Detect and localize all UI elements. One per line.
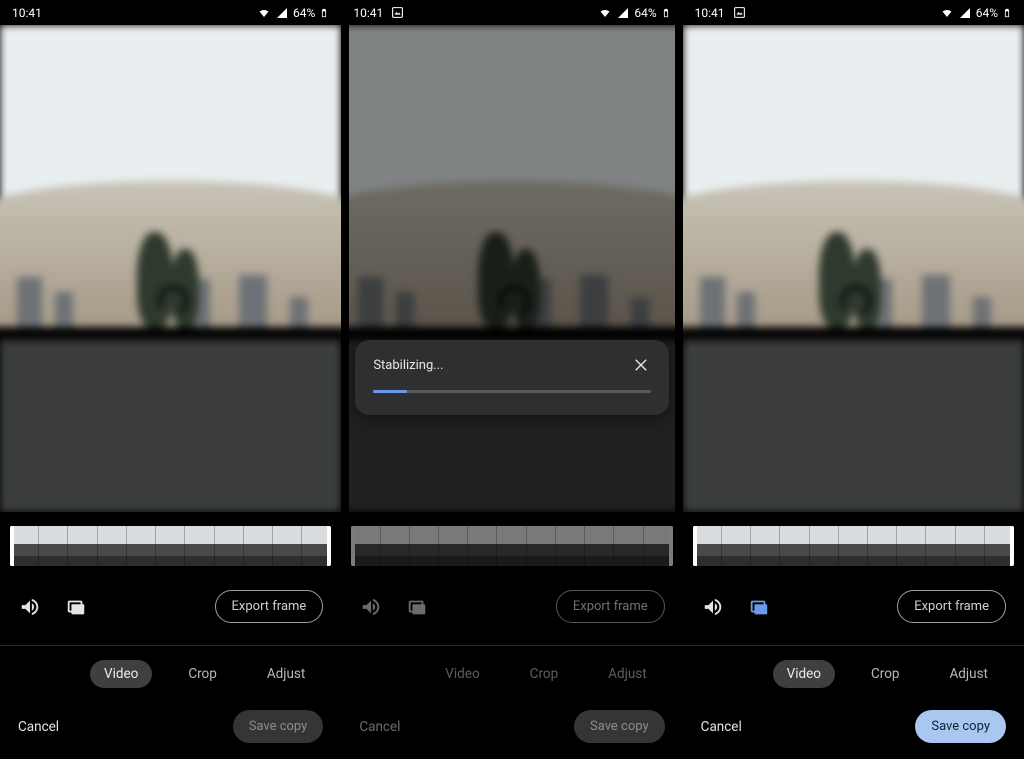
tab-crop[interactable]: Crop <box>857 660 914 688</box>
signal-icon <box>958 7 972 19</box>
save-copy-button: Save copy <box>574 710 665 743</box>
export-frame-button[interactable]: Export frame <box>897 590 1006 623</box>
timeline-area <box>0 512 341 566</box>
close-icon[interactable] <box>633 356 651 374</box>
video-timeline[interactable] <box>10 526 331 566</box>
video-preview[interactable] <box>0 25 341 512</box>
tab-crop[interactable]: Crop <box>174 660 231 688</box>
stabilize-icon[interactable] <box>747 595 771 619</box>
volume-icon[interactable] <box>18 595 42 619</box>
tab-video[interactable]: Video <box>90 660 152 688</box>
signal-icon <box>275 7 289 19</box>
stabilize-dialog: Stabilizing... <box>355 340 668 415</box>
status-time: 10:41 <box>695 6 725 20</box>
tool-row: Export frame <box>683 566 1024 623</box>
trim-handle-end[interactable] <box>1010 526 1014 566</box>
video-preview[interactable] <box>341 25 682 512</box>
action-row: Cancel Save copy <box>0 688 341 759</box>
video-timeline[interactable] <box>693 526 1014 566</box>
save-copy-button: Save copy <box>233 710 324 743</box>
tool-row: Export frame <box>341 566 682 623</box>
editor-tabs: Video Crop Adjust <box>683 646 1024 688</box>
battery-icon <box>661 6 671 20</box>
screenshot-panel: 10:4164%Stabilizing...Export frameVideoC… <box>341 0 682 759</box>
status-time: 10:41 <box>353 6 383 20</box>
trim-handle-start <box>351 526 355 566</box>
volume-icon <box>359 595 383 619</box>
cancel-button[interactable]: Cancel <box>701 719 742 735</box>
playhead[interactable] <box>693 526 695 566</box>
tool-row: Export frame <box>0 566 341 623</box>
save-copy-button[interactable]: Save copy <box>915 710 1006 743</box>
gallery-icon <box>391 6 404 19</box>
tab-video[interactable]: Video <box>773 660 835 688</box>
status-bar: 10:41 64% <box>341 0 682 25</box>
tab-adjust[interactable]: Adjust <box>253 660 319 688</box>
trim-handle-end[interactable] <box>327 526 331 566</box>
wifi-icon <box>257 7 271 19</box>
screenshot-panel: 10:4164%Export frameVideoCropAdjustCance… <box>0 0 341 759</box>
screenshot-panel: 10:4164%Export frameVideoCropAdjustCance… <box>683 0 1024 759</box>
cancel-button: Cancel <box>359 719 400 735</box>
stabilize-progress <box>373 390 650 393</box>
tab-video: Video <box>431 660 493 688</box>
timeline-area <box>341 512 682 566</box>
tab-adjust[interactable]: Adjust <box>936 660 1002 688</box>
cancel-button[interactable]: Cancel <box>18 719 59 735</box>
stabilize-icon <box>405 595 429 619</box>
timeline-area <box>683 512 1024 566</box>
action-row: Cancel Save copy <box>341 688 682 759</box>
status-bar: 10:41 64% <box>683 0 1024 25</box>
stabilize-title: Stabilizing... <box>373 358 443 373</box>
tab-crop: Crop <box>516 660 573 688</box>
playhead[interactable] <box>10 526 12 566</box>
signal-icon <box>616 7 630 19</box>
action-row: Cancel Save copy <box>683 688 1024 759</box>
wifi-icon <box>940 7 954 19</box>
status-battery: 64% <box>634 6 656 20</box>
editor-tabs: Video Crop Adjust <box>0 646 341 688</box>
stabilize-icon[interactable] <box>64 595 88 619</box>
video-preview[interactable] <box>683 25 1024 512</box>
gallery-icon <box>733 6 746 19</box>
trim-handle-end <box>669 526 673 566</box>
tab-adjust: Adjust <box>594 660 660 688</box>
battery-icon <box>319 6 329 20</box>
wifi-icon <box>598 7 612 19</box>
battery-icon <box>1002 6 1012 20</box>
status-battery: 64% <box>976 6 998 20</box>
editor-tabs: Video Crop Adjust <box>341 646 682 688</box>
status-bar: 10:41 64% <box>0 0 341 25</box>
video-timeline <box>351 526 672 566</box>
volume-icon[interactable] <box>701 595 725 619</box>
export-frame-button[interactable]: Export frame <box>215 590 324 623</box>
status-battery: 64% <box>293 6 315 20</box>
export-frame-button: Export frame <box>556 590 665 623</box>
status-time: 10:41 <box>12 6 42 20</box>
